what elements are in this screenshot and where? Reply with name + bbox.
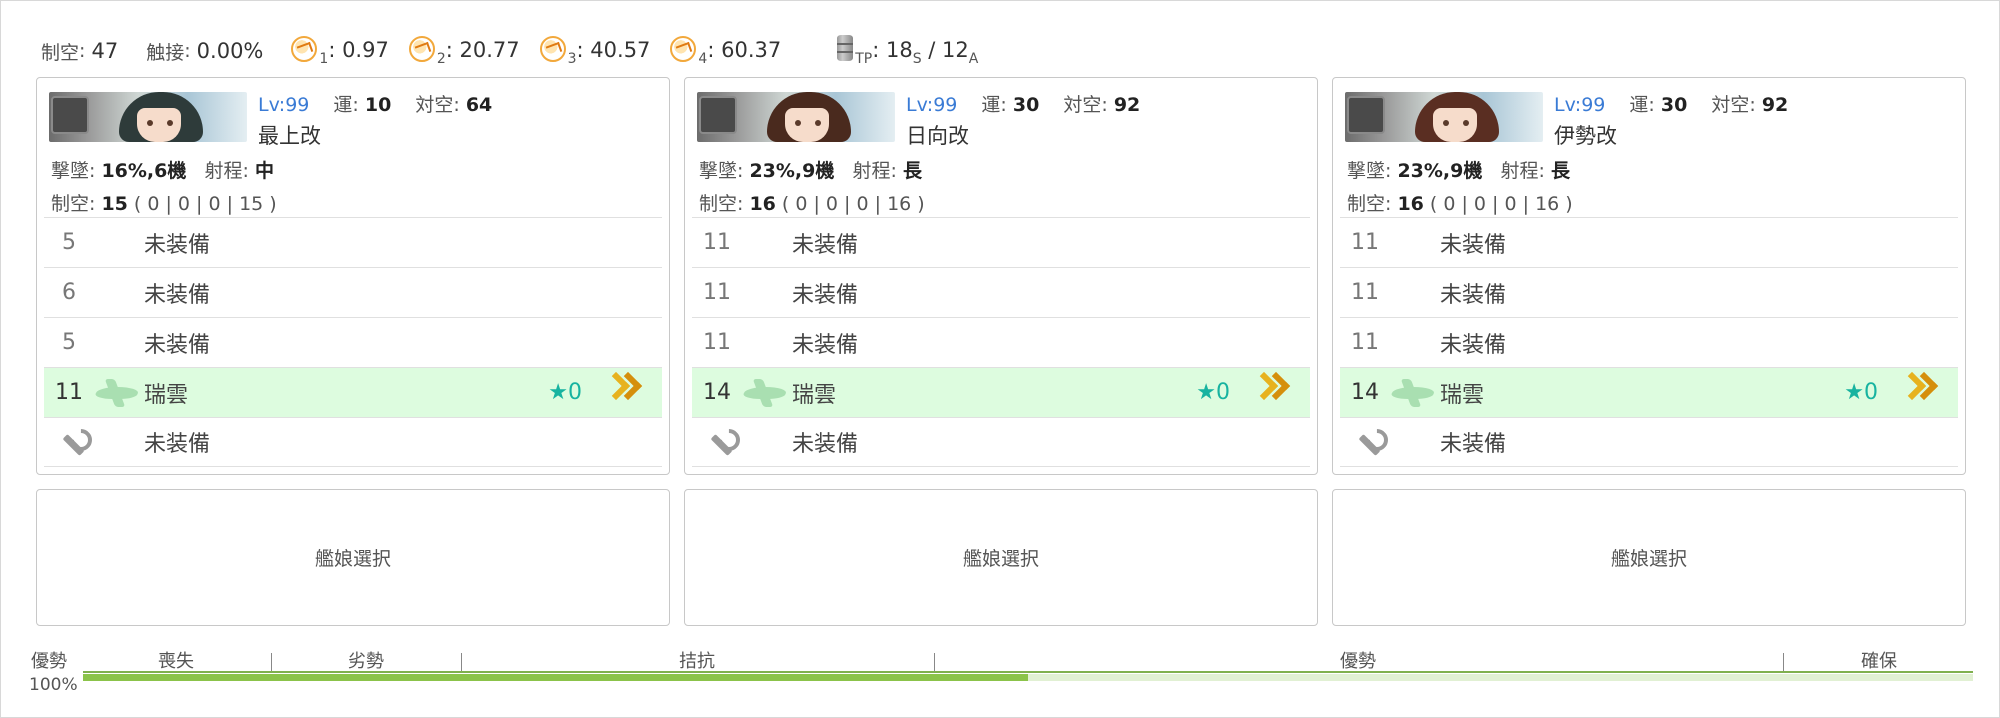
zone-label: 喪失 — [158, 651, 194, 672]
ship-air-power: 制空: 15( 0 | 0 | 0 | 15 ) — [51, 193, 277, 215]
ship-aa: 92 — [1761, 94, 1789, 116]
ship-name: 伊勢改 — [1554, 124, 1617, 148]
seaplane-bomber-icon — [93, 386, 141, 399]
ship-level: Lv:99 — [258, 94, 310, 116]
air-state-label: 優勢 — [31, 651, 67, 672]
ship-banner-portrait[interactable] — [1345, 92, 1543, 142]
phase-2: 2: 20.77 — [408, 35, 520, 67]
zone-label: 拮抗 — [679, 651, 715, 672]
air-bar-baseline — [83, 671, 1973, 673]
air-calculator-panel: 制空: 47 触接: 0.00% 1: 0.97 2: 20.77 3: 40.… — [0, 0, 2000, 718]
ship-stats-line: Lv:99 運: 10 対空: 64 — [258, 94, 493, 116]
zone-divider — [461, 653, 462, 671]
ship-level: Lv:99 — [906, 94, 958, 116]
zone-label: 劣勢 — [348, 651, 384, 672]
equipment-slot-1[interactable]: 11 未装備 — [1340, 217, 1958, 267]
zone-divider — [271, 653, 272, 671]
ship-air-power: 制空: 16( 0 | 0 | 0 | 16 ) — [1347, 193, 1573, 215]
air-superiority-fill — [83, 674, 1028, 681]
ship-banner-portrait[interactable] — [49, 92, 247, 142]
ship-shootdown-range: 撃墜: 23%,9機 射程: 長 — [699, 160, 922, 182]
contact-plane-icon — [291, 35, 318, 62]
proficiency-chevron-icon — [601, 371, 643, 414]
ship-card-3[interactable]: Lv:99 運: 30 対空: 92 伊勢改 撃墜: 23%,9機 射程: 長 … — [1332, 77, 1966, 475]
zone-label: 確保 — [1861, 651, 1897, 672]
air-power-value: 47 — [91, 39, 119, 63]
zone-divider — [934, 653, 935, 671]
phase-1: 1: 0.97 — [291, 35, 389, 67]
contact-plane-icon — [539, 35, 566, 62]
ship-stats-line: Lv:99 運: 30 対空: 92 — [906, 94, 1141, 116]
improvement-star: ★0 — [548, 380, 582, 405]
air-state-percent: 100% — [29, 675, 78, 695]
phase-4: 4: 60.37 — [670, 35, 781, 67]
equipment-slot-3[interactable]: 11 未装備 — [692, 317, 1310, 367]
equipment-slot-4[interactable]: 14 瑞雲 ★0 — [1340, 367, 1958, 417]
wrench-icon — [708, 431, 734, 457]
equipment-slot-2[interactable]: 11 未装備 — [1340, 267, 1958, 317]
equipment-slot-2[interactable]: 6 未装備 — [44, 267, 662, 317]
ship-air-power: 制空: 16( 0 | 0 | 0 | 16 ) — [699, 193, 925, 215]
contact-label: 触接 — [146, 41, 185, 64]
equipment-slot-3[interactable]: 11 未装備 — [1340, 317, 1958, 367]
seaplane-bomber-icon — [741, 386, 789, 399]
zone-divider — [1783, 653, 1784, 671]
ship-aa: 64 — [465, 94, 493, 116]
drum-canister-icon — [837, 35, 854, 61]
equipment-slot-2[interactable]: 11 未装備 — [692, 267, 1310, 317]
ship-card-2[interactable]: Lv:99 運: 30 対空: 92 日向改 撃墜: 23%,9機 射程: 長 … — [684, 77, 1318, 475]
improvement-star: ★0 — [1196, 380, 1230, 405]
reinforcement-slot[interactable]: 未装備 — [44, 417, 662, 467]
ship-select-button[interactable]: 艦娘選択 — [684, 489, 1318, 626]
reinforcement-slot[interactable]: 未装備 — [692, 417, 1310, 467]
proficiency-chevron-icon — [1897, 371, 1939, 414]
ship-luck: 30 — [1012, 94, 1040, 116]
zone-label: 優勢 — [1340, 651, 1376, 672]
ship-aa: 92 — [1113, 94, 1141, 116]
fleet-summary: 制空: 47 触接: 0.00% 1: 0.97 2: 20.77 3: 40.… — [41, 31, 978, 71]
equipment-slot-4[interactable]: 11 瑞雲 ★0 — [44, 367, 662, 417]
improvement-star: ★0 — [1844, 380, 1878, 405]
ship-level: Lv:99 — [1554, 94, 1606, 116]
equipment-slot-4[interactable]: 14 瑞雲 ★0 — [692, 367, 1310, 417]
phase-3: 3: 40.57 — [539, 35, 650, 67]
equipment-slot-3[interactable]: 5 未装備 — [44, 317, 662, 367]
contact-plane-icon — [408, 35, 435, 62]
ship-select-button[interactable]: 艦娘選択 — [1332, 489, 1966, 626]
wrench-icon — [60, 431, 86, 457]
reinforcement-slot[interactable]: 未装備 — [1340, 417, 1958, 467]
contact-plane-icon — [670, 35, 697, 62]
wrench-icon — [1356, 431, 1382, 457]
air-power-label: 制空 — [41, 41, 80, 64]
equipment-slot-1[interactable]: 5 未装備 — [44, 217, 662, 267]
ship-name: 最上改 — [258, 124, 321, 148]
seaplane-bomber-icon — [1389, 386, 1437, 399]
ship-name: 日向改 — [906, 124, 969, 148]
ship-luck: 10 — [364, 94, 392, 116]
ship-stats-line: Lv:99 運: 30 対空: 92 — [1554, 94, 1789, 116]
equipment-slot-1[interactable]: 11 未装備 — [692, 217, 1310, 267]
ship-luck: 30 — [1660, 94, 1688, 116]
transport-points: TP: 18S / 12A — [837, 35, 978, 67]
ship-banner-portrait[interactable] — [697, 92, 895, 142]
proficiency-chevron-icon — [1249, 371, 1291, 414]
contact-value: 0.00% — [196, 39, 264, 63]
ship-shootdown-range: 撃墜: 23%,9機 射程: 長 — [1347, 160, 1570, 182]
air-superiority-bar — [83, 674, 1973, 681]
ship-card-1[interactable]: Lv:99 運: 10 対空: 64 最上改 撃墜: 16%,6機 射程: 中 … — [36, 77, 670, 475]
ship-shootdown-range: 撃墜: 16%,6機 射程: 中 — [51, 160, 274, 182]
ship-select-button[interactable]: 艦娘選択 — [36, 489, 670, 626]
